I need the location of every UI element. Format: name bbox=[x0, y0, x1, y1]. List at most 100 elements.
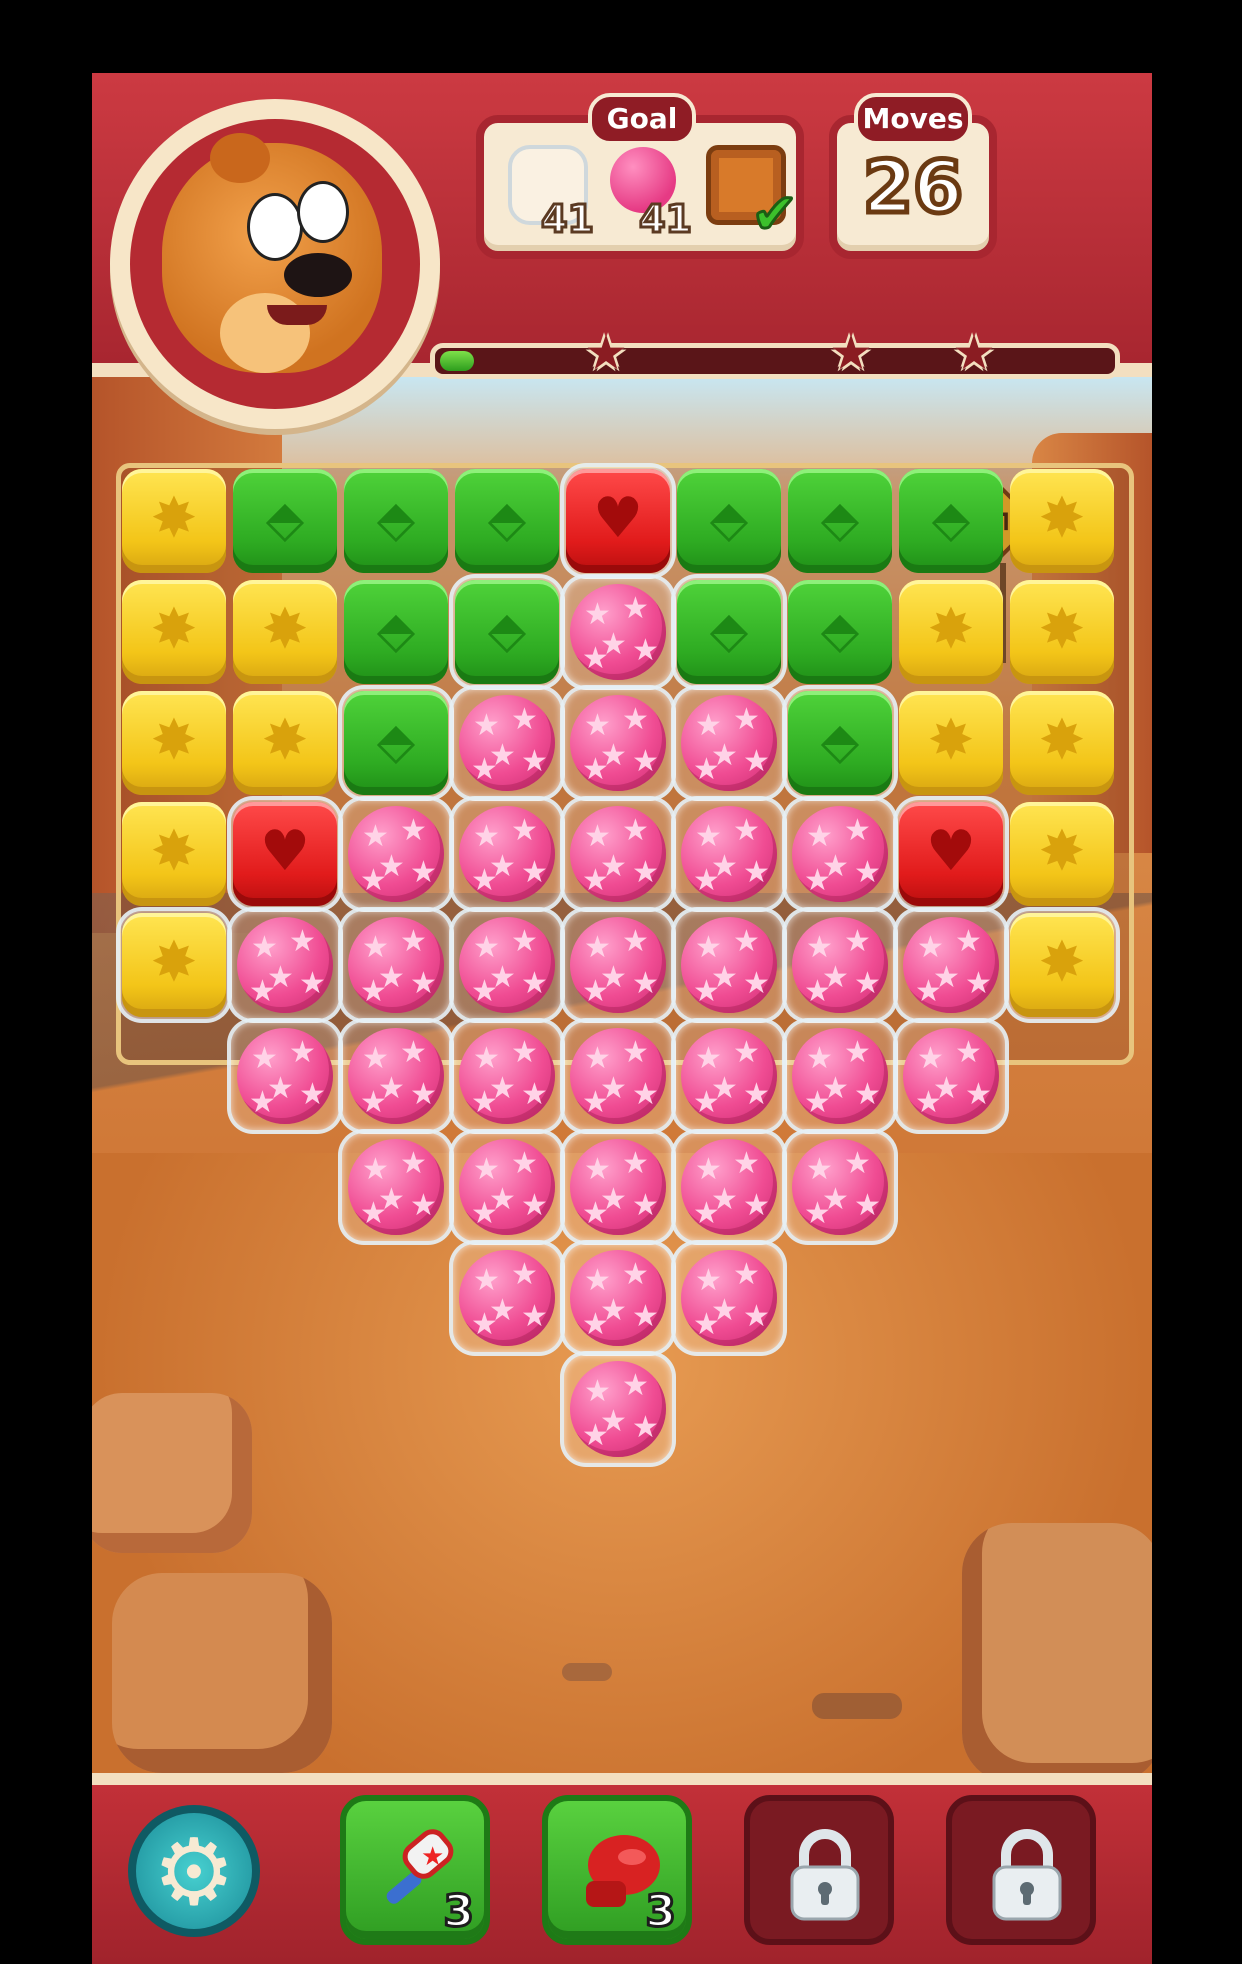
yellow-star-cube[interactable]: ✸ bbox=[122, 580, 226, 684]
pink-ball-tile[interactable]: ★ ★ ★ ★ ★ bbox=[459, 1028, 555, 1124]
pink-ball-tile[interactable]: ★ ★ ★ ★ ★ bbox=[237, 1028, 333, 1124]
hammer-booster-button[interactable]: ★ 3 bbox=[340, 1795, 490, 1945]
pink-ball-tile[interactable]: ★ ★ ★ ★ ★ bbox=[681, 1250, 777, 1346]
pink-ball-tile[interactable]: ★ ★ ★ ★ ★ bbox=[681, 695, 777, 791]
booster-count: 3 bbox=[644, 1885, 678, 1939]
yellow-star-cube[interactable]: ✸ bbox=[233, 691, 337, 795]
green-rocket-cube[interactable]: ⬘ bbox=[233, 469, 337, 573]
yellow-star-cube[interactable]: ✸ bbox=[899, 691, 1003, 795]
star-pattern-icon: ★ bbox=[582, 1085, 609, 1120]
rocket-icon: ⬘ bbox=[820, 601, 860, 659]
green-rocket-cube[interactable]: ⬘ bbox=[344, 691, 448, 795]
green-rocket-cube[interactable]: ⬘ bbox=[788, 691, 892, 795]
starburst-icon: ✸ bbox=[150, 708, 198, 773]
pink-ball-tile[interactable]: ★ ★ ★ ★ ★ bbox=[570, 695, 666, 791]
pink-ball-tile[interactable]: ★ ★ ★ ★ ★ bbox=[903, 917, 999, 1013]
pink-ball-tile[interactable]: ★ ★ ★ ★ ★ bbox=[348, 1028, 444, 1124]
pink-ball-tile[interactable]: ★ ★ ★ ★ ★ bbox=[348, 917, 444, 1013]
pink-ball-tile[interactable]: ★ ★ ★ ★ ★ bbox=[459, 917, 555, 1013]
yellow-star-cube[interactable]: ✸ bbox=[1010, 913, 1114, 1017]
star-pattern-icon: ★ bbox=[743, 1188, 770, 1223]
star-pattern-icon: ★ bbox=[521, 1077, 548, 1112]
yellow-star-cube[interactable]: ✸ bbox=[122, 802, 226, 906]
green-rocket-cube[interactable]: ⬘ bbox=[788, 469, 892, 573]
yellow-star-cube[interactable]: ✸ bbox=[1010, 691, 1114, 795]
pink-ball-tile[interactable]: ★ ★ ★ ★ ★ bbox=[570, 584, 666, 680]
pink-ball-tile[interactable]: ★ ★ ★ ★ ★ bbox=[348, 1139, 444, 1235]
starburst-icon: ✸ bbox=[150, 597, 198, 662]
green-rocket-cube[interactable]: ⬘ bbox=[344, 580, 448, 684]
rocket-icon: ⬘ bbox=[820, 712, 860, 770]
settings-button[interactable]: ⚙ bbox=[128, 1805, 260, 1937]
gear-icon: ⚙ bbox=[152, 1819, 236, 1926]
starburst-icon: ✸ bbox=[1038, 930, 1086, 995]
star-pattern-icon: ★ bbox=[471, 752, 498, 787]
star-pattern-icon: ★ bbox=[471, 863, 498, 898]
green-rocket-cube[interactable]: ⬘ bbox=[899, 469, 1003, 573]
pink-ball-tile[interactable]: ★ ★ ★ ★ ★ bbox=[570, 1139, 666, 1235]
yellow-star-cube[interactable]: ✸ bbox=[122, 691, 226, 795]
pink-ball-tile[interactable]: ★ ★ ★ ★ ★ bbox=[681, 1028, 777, 1124]
red-heart-cube[interactable]: ♥ bbox=[233, 802, 337, 906]
yellow-star-cube[interactable]: ✸ bbox=[1010, 580, 1114, 684]
yellow-star-cube[interactable]: ✸ bbox=[122, 913, 226, 1017]
pink-ball-tile[interactable]: ★ ★ ★ ★ ★ bbox=[459, 695, 555, 791]
star-pattern-icon: ★ bbox=[410, 1077, 437, 1112]
green-rocket-cube[interactable]: ⬘ bbox=[455, 469, 559, 573]
star-pattern-icon: ★ bbox=[854, 855, 881, 890]
green-rocket-cube[interactable]: ⬘ bbox=[344, 469, 448, 573]
pink-ball-tile[interactable]: ★ ★ ★ ★ ★ bbox=[459, 1250, 555, 1346]
pink-ball-tile[interactable]: ★ ★ ★ ★ ★ bbox=[681, 1139, 777, 1235]
goal-bubble: 41 bbox=[504, 141, 595, 243]
svg-text:★: ★ bbox=[421, 1842, 444, 1872]
boxing-glove-booster-button[interactable]: 3 bbox=[542, 1795, 692, 1945]
pink-ball-tile[interactable]: ★ ★ ★ ★ ★ bbox=[570, 1028, 666, 1124]
goal-label: Goal bbox=[588, 93, 696, 145]
pink-ball-tile[interactable]: ★ ★ ★ ★ ★ bbox=[792, 806, 888, 902]
pink-ball-tile[interactable]: ★ ★ ★ ★ ★ bbox=[681, 806, 777, 902]
star-pattern-icon: ★ bbox=[693, 863, 720, 898]
starburst-icon: ✸ bbox=[150, 819, 198, 884]
star-pattern-icon: ★ bbox=[251, 1041, 278, 1076]
star-pattern-icon: ★ bbox=[299, 1077, 326, 1112]
pink-ball-tile[interactable]: ★ ★ ★ ★ ★ bbox=[570, 917, 666, 1013]
starburst-icon: ✸ bbox=[1038, 597, 1086, 662]
pink-ball-tile[interactable]: ★ ★ ★ ★ ★ bbox=[903, 1028, 999, 1124]
pink-ball-tile[interactable]: ★ ★ ★ ★ ★ bbox=[459, 1139, 555, 1235]
yellow-star-cube[interactable]: ✸ bbox=[1010, 802, 1114, 906]
locked-booster-slot[interactable] bbox=[744, 1795, 894, 1945]
pink-ball-tile[interactable]: ★ ★ ★ ★ ★ bbox=[237, 917, 333, 1013]
star-pattern-icon: ★ bbox=[632, 966, 659, 1001]
pink-ball-tile[interactable]: ★ ★ ★ ★ ★ bbox=[570, 806, 666, 902]
starburst-icon: ✸ bbox=[927, 597, 975, 662]
pink-ball-tile[interactable]: ★ ★ ★ ★ ★ bbox=[792, 1028, 888, 1124]
star-pattern-icon: ★ bbox=[965, 1077, 992, 1112]
pink-ball-tile[interactable]: ★ ★ ★ ★ ★ bbox=[792, 1139, 888, 1235]
star-pattern-icon: ★ bbox=[632, 1410, 659, 1445]
pink-ball-tile[interactable]: ★ ★ ★ ★ ★ bbox=[459, 806, 555, 902]
star-pattern-icon: ★ bbox=[806, 930, 833, 965]
green-rocket-cube[interactable]: ⬘ bbox=[788, 580, 892, 684]
yellow-star-cube[interactable]: ✸ bbox=[122, 469, 226, 573]
progress-star-icon: ★ bbox=[952, 325, 996, 381]
star-pattern-icon: ★ bbox=[521, 744, 548, 779]
star-pattern-icon: ★ bbox=[360, 863, 387, 898]
score-progress-bar bbox=[430, 343, 1120, 379]
pink-ball-tile[interactable]: ★ ★ ★ ★ ★ bbox=[792, 917, 888, 1013]
red-heart-cube[interactable]: ♥ bbox=[566, 469, 670, 573]
pink-ball-tile[interactable]: ★ ★ ★ ★ ★ bbox=[570, 1361, 666, 1457]
pink-ball-tile[interactable]: ★ ★ ★ ★ ★ bbox=[348, 806, 444, 902]
star-pattern-icon: ★ bbox=[804, 1085, 831, 1120]
green-rocket-cube[interactable]: ⬘ bbox=[455, 580, 559, 684]
yellow-star-cube[interactable]: ✸ bbox=[899, 580, 1003, 684]
pink-ball-tile[interactable]: ★ ★ ★ ★ ★ bbox=[570, 1250, 666, 1346]
yellow-star-cube[interactable]: ✸ bbox=[233, 580, 337, 684]
yellow-star-cube[interactable]: ✸ bbox=[1010, 469, 1114, 573]
pink-ball-tile[interactable]: ★ ★ ★ ★ ★ bbox=[681, 917, 777, 1013]
starburst-icon: ✸ bbox=[1038, 708, 1086, 773]
green-rocket-cube[interactable]: ⬘ bbox=[677, 580, 781, 684]
star-pattern-icon: ★ bbox=[632, 1188, 659, 1223]
red-heart-cube[interactable]: ♥ bbox=[899, 802, 1003, 906]
locked-booster-slot[interactable] bbox=[946, 1795, 1096, 1945]
green-rocket-cube[interactable]: ⬘ bbox=[677, 469, 781, 573]
